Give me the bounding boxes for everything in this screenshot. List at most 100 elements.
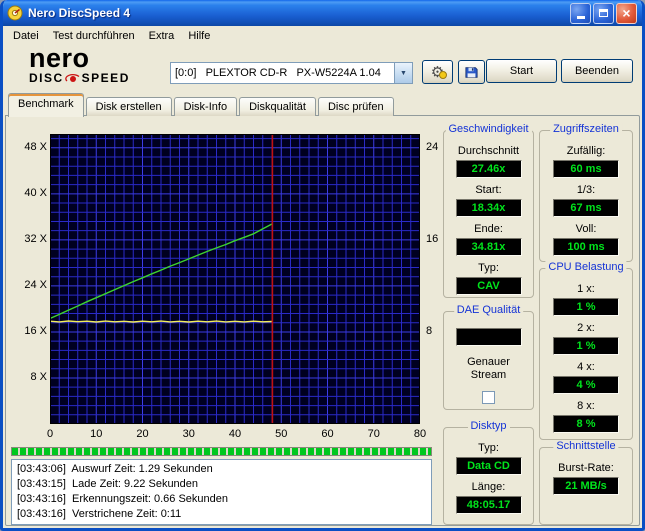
speed-panel-title: Geschwindigkeit [445,123,532,135]
dae-quality-value [455,328,522,346]
options-button[interactable]: ⚙ [422,60,453,84]
y-axis-left-tick: 24 X [24,278,47,291]
speed-field-label: Durchschnitt [457,145,520,157]
x-axis-tick: 50 [275,428,288,440]
chevron-down-icon[interactable]: ▼ [394,63,412,83]
y-axis-right-tick: 8 [426,324,433,337]
access-field: Zufällig: 60 ms [540,139,632,178]
benchmark-chart [50,134,420,424]
access-field-label: Zufällig: [566,145,606,157]
access-field: Voll: 100 ms [540,217,632,256]
disc-field-label: Länge: [471,481,506,493]
access-times-panel-title: Zugriffszeiten [550,123,622,135]
access-field-value: 100 ms [553,238,619,256]
drive-select[interactable]: [0:0] PLEXTOR CD-R PX-W5224A 1.04 ▼ [170,62,413,84]
logo-disc-text: DISC [29,71,64,85]
tab-disc-pr-fen[interactable]: Disc prüfen [317,97,394,116]
quit-button[interactable]: Beenden [561,59,633,83]
speed-field-value: 18.34x [455,199,522,217]
interface-panel: Schnittstelle Burst-Rate: 21 MB/s [539,440,633,525]
x-axis-tick: 30 [182,428,195,440]
menu-hilfe[interactable]: Hilfe [181,28,217,44]
disc-swoosh-icon [64,74,80,82]
cpu-field: 2 x: 1 % [540,316,632,355]
save-button[interactable] [458,60,485,84]
disc-field-label: Typ: [478,442,499,454]
log-line: [03:43:16] Verstrichene Zeit: 0:11 [17,508,182,520]
iface-field-value: 21 MB/s [553,477,619,495]
disc-field-value: 48:05.17 [455,496,522,514]
cpu-field-label: 1 x: [577,283,595,295]
cpu-field: 8 x: 8 % [540,394,632,433]
start-button[interactable]: Start [486,59,557,83]
disc-field: Länge: 48:05.17 [444,475,533,514]
access-field: 1/3: 67 ms [540,178,632,217]
cpu-field-label: 2 x: [577,322,595,334]
tab-diskqualit-t[interactable]: Diskqualität [239,97,316,116]
access-times-panel: Zugriffszeiten Zufällig: 60 ms 1/3: 67 ms Vo… [539,123,633,262]
y-axis-left-tick: 8 X [30,370,47,383]
menu-bar: Datei Test durchführen Extra Hilfe [3,26,642,46]
x-axis-tick: 60 [321,428,334,440]
app-window: Nero DiscSpeed 4 × Datei Test durchführen… [0,0,645,531]
menu-test-durchf-hren[interactable]: Test durchführen [46,28,142,44]
x-axis-tick: 20 [136,428,149,440]
speed-field-label: Ende: [474,223,503,235]
iface-field-label: Burst-Rate: [558,462,614,474]
cpu-field-value: 1 % [553,298,619,316]
speed-field: Durchschnitt 27.46x [444,139,533,178]
maximize-icon [599,9,608,17]
maximize-button[interactable] [593,2,614,24]
speed-field-value: 34.81x [455,238,522,256]
access-field-label: Voll: [575,223,597,235]
nero-logo: nero DISC SPEED [29,43,161,86]
disc-field: Typ: Data CD [444,436,533,475]
tab-benchmark[interactable]: Benchmark [8,93,84,117]
minimize-button[interactable] [570,2,591,24]
genauer-stream-label: Genauer Stream [467,356,510,381]
title-bar[interactable]: Nero DiscSpeed 4 × [3,0,642,26]
cpu-usage-panel: CPU Belastung 1 x: 1 % 2 x: 1 % 4 x: 4 % 8 x: 8… [539,261,633,440]
disc-type-panel-title: Disktyp [467,420,510,432]
x-axis-tick: 40 [228,428,242,440]
benchmark-progress-bar [11,447,432,456]
speed-panel: Geschwindigkeit Durchschnitt 27.46x Start:… [443,123,534,298]
nero-logo-text: nero [29,43,90,73]
speed-field: Typ: CAV [444,256,533,295]
cpu-field-value: 1 % [553,337,619,355]
logo-speed-text: SPEED [81,71,130,85]
iface-field: Burst-Rate: 21 MB/s [540,456,632,495]
speed-field: Start: 18.34x [444,178,533,217]
cpu-field-label: 8 x: [577,400,595,412]
log-line: [03:43:06] Auswurf Zeit: 1.29 Sekunden [17,463,213,475]
speed-field-value: 27.46x [455,160,522,178]
drive-select-value: [0:0] PLEXTOR CD-R PX-W5224A 1.04 [175,67,381,79]
disc-field-value: Data CD [455,457,522,475]
speed-field-label: Typ: [478,262,499,274]
window-title: Nero DiscSpeed 4 [28,6,131,20]
close-button[interactable]: × [616,2,637,24]
disc-type-panel: Disktyp Typ: Data CD Länge: 48:05.17 [443,420,534,525]
dae-quality-panel-title: DAE Qualität [453,304,524,316]
x-axis-tick: 70 [367,428,380,440]
floppy-icon [465,66,478,78]
genauer-stream-checkbox[interactable] [482,391,495,404]
interface-panel-title: Schnittstelle [553,440,619,452]
menu-extra[interactable]: Extra [142,28,182,44]
speed-field-label: Start: [475,184,502,196]
x-axis-tick: 10 [90,428,103,440]
y-axis-left-tick: 48 X [24,140,47,153]
tab-disk-info[interactable]: Disk-Info [173,97,238,116]
dae-quality-panel: DAE Qualität Genauer Stream [443,304,534,410]
access-field-label: 1/3: [576,184,596,196]
log-box[interactable]: [03:43:06] Auswurf Zeit: 1.29 Sekunden [0… [11,459,432,525]
cpu-field-label: 4 x: [577,361,595,373]
access-field-value: 67 ms [553,199,619,217]
x-axis-tick: 80 [413,428,427,440]
minimize-icon [576,16,585,19]
tab-disk-erstellen[interactable]: Disk erstellen [85,97,172,116]
cpu-field: 4 x: 4 % [540,355,632,394]
y-axis-left-tick: 40 X [24,186,47,199]
y-axis-left-tick: 16 X [24,324,47,337]
menu-datei[interactable]: Datei [6,28,46,44]
